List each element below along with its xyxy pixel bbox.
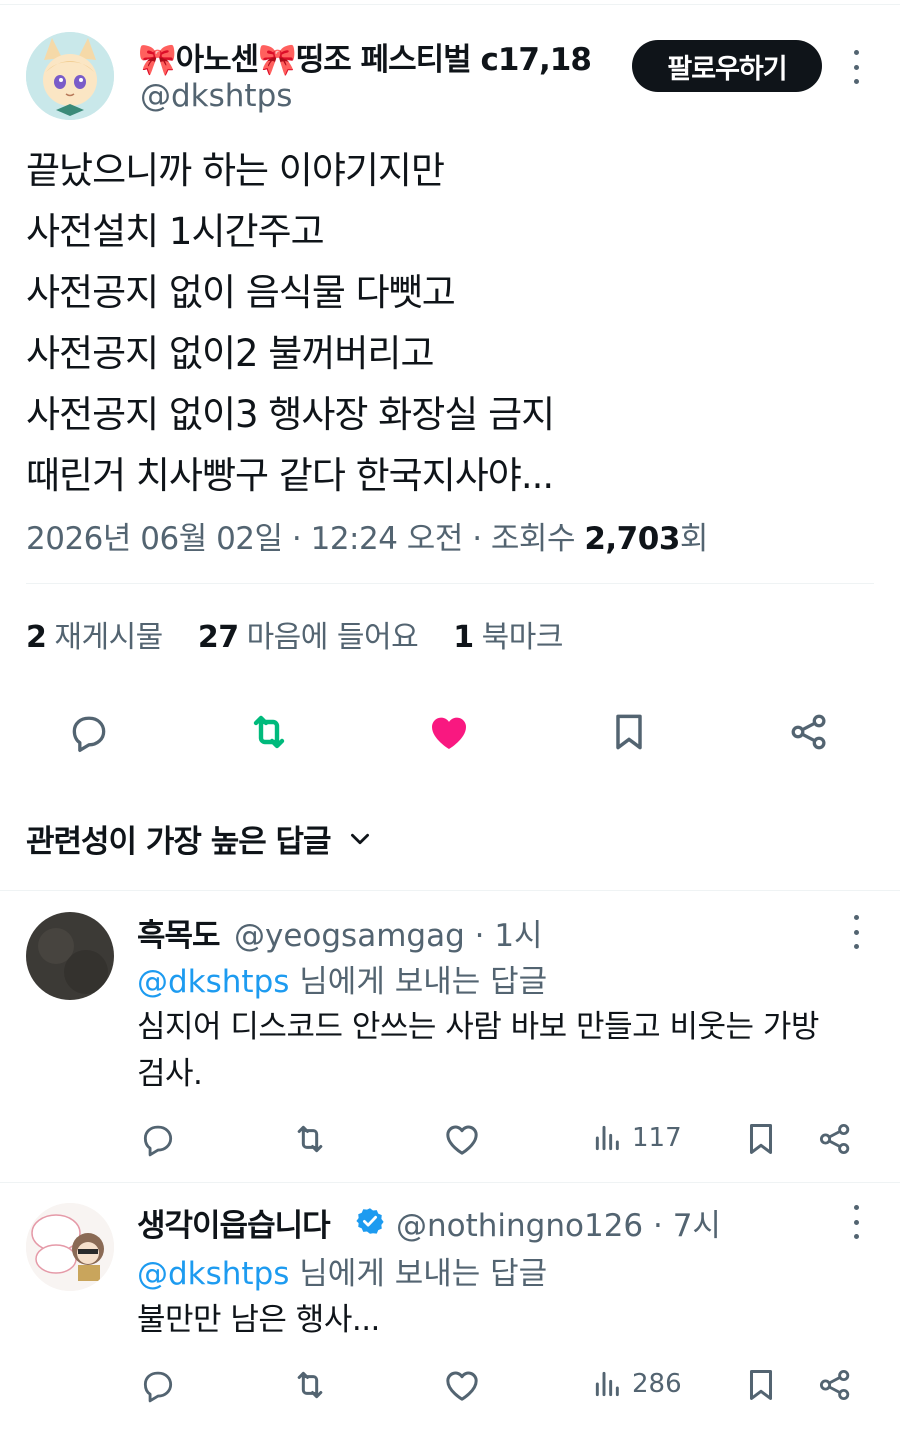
repost-icon[interactable] [286, 1361, 334, 1409]
reply-text: 불만만 남은 행사... [137, 1302, 380, 1338]
views-button[interactable]: 117 [592, 1122, 682, 1154]
more-options-icon[interactable] [846, 50, 866, 84]
tweet-line: 때린거 치사빵구 같다 한국지사야... [26, 454, 554, 497]
reply-avatar[interactable] [26, 912, 114, 1000]
top-divider [0, 4, 900, 5]
tweet-meta: 2026년 06월 02일 · 12:24 오전 · 조회수 2,703회 [26, 513, 708, 558]
more-options-icon[interactable] [846, 915, 866, 949]
mention-link[interactable]: @dkshtps [137, 964, 289, 1000]
tweet-line: 사전공지 없이2 불꺼버리고 [26, 332, 435, 375]
verified-badge-icon [355, 1206, 385, 1236]
reposts-stat[interactable]: 2 재게시물 [26, 620, 163, 655]
like-icon[interactable] [438, 1115, 486, 1163]
replying-to: @dkshtps 님에게 보내는 답글 [137, 1256, 548, 1292]
bookmarks-stat[interactable]: 1 북마크 [453, 620, 563, 655]
author-display-name[interactable]: 🎀아노센🎀띵조 페스티벌 c17,18 [138, 34, 592, 79]
mention-link[interactable]: @dkshtps [137, 1256, 289, 1292]
reply-icon[interactable] [134, 1361, 182, 1409]
likes-stat[interactable]: 27 마음에 들어요 [198, 620, 419, 655]
bookmark-icon[interactable] [605, 708, 653, 756]
repost-icon[interactable] [245, 708, 293, 756]
tweet-line: 사전공지 없이 음식물 다뺏고 [26, 271, 456, 314]
share-icon[interactable] [785, 708, 833, 756]
replying-to: @dkshtps 님에게 보내는 답글 [137, 964, 548, 1000]
tweet-line: 사전설치 1시간주고 [26, 210, 325, 253]
share-icon[interactable] [811, 1115, 859, 1163]
tweet-stats: 2 재게시물 27 마음에 들어요 1 북마크 [26, 612, 589, 656]
view-count-suffix: 회 [679, 521, 709, 557]
author-avatar[interactable] [26, 32, 114, 120]
bookmark-icon[interactable] [737, 1115, 785, 1163]
follow-button[interactable]: 팔로우하기 [632, 40, 822, 92]
reply-display-name[interactable]: 흑목도 [137, 910, 221, 955]
bookmark-icon[interactable] [737, 1361, 785, 1409]
like-icon[interactable] [425, 708, 473, 756]
like-icon[interactable] [438, 1361, 486, 1409]
reply-handle[interactable]: @nothingno126 · 7시 [396, 1200, 721, 1245]
analytics-icon [595, 1371, 619, 1397]
tweet-timestamp[interactable]: 2026년 06월 02일 · 12:24 오전 · 조회수 [26, 521, 584, 557]
reply-icon[interactable] [134, 1115, 182, 1163]
reply-sort-dropdown[interactable]: 관련성이 가장 높은 답글 [26, 816, 373, 861]
tweet-text: 끝났으니까 하는 이야기지만 사전설치 1시간주고 사전공지 없이 음식물 다뺏… [26, 140, 866, 506]
reply-handle[interactable]: @yeogsamgag · 1시 [234, 910, 543, 955]
views-count: 117 [632, 1123, 682, 1153]
reply-sort-label: 관련성이 가장 높은 답글 [26, 824, 332, 860]
share-icon[interactable] [811, 1361, 859, 1409]
tweet-line: 사전공지 없이3 행사장 화장실 금지 [26, 393, 555, 436]
reply-display-name[interactable]: 생각이읍습니다 [137, 1200, 331, 1245]
tweet-line: 끝났으니까 하는 이야기지만 [26, 149, 445, 192]
divider [26, 583, 874, 584]
divider [0, 1182, 900, 1183]
reply-avatar[interactable] [26, 1203, 114, 1291]
more-options-icon[interactable] [846, 1205, 866, 1239]
views-button[interactable]: 286 [592, 1368, 682, 1400]
repost-icon[interactable] [286, 1115, 334, 1163]
analytics-icon [595, 1125, 619, 1151]
reply-icon[interactable] [65, 708, 113, 756]
divider [0, 890, 900, 891]
views-count: 286 [632, 1369, 682, 1399]
chevron-down-icon [350, 833, 369, 844]
view-count: 2,703 [584, 521, 680, 557]
reply-text: 심지어 디스코드 안쓰는 사람 바보 만들고 비웃는 가방검사. [137, 1009, 819, 1092]
author-handle[interactable]: @dkshtps [140, 78, 292, 114]
